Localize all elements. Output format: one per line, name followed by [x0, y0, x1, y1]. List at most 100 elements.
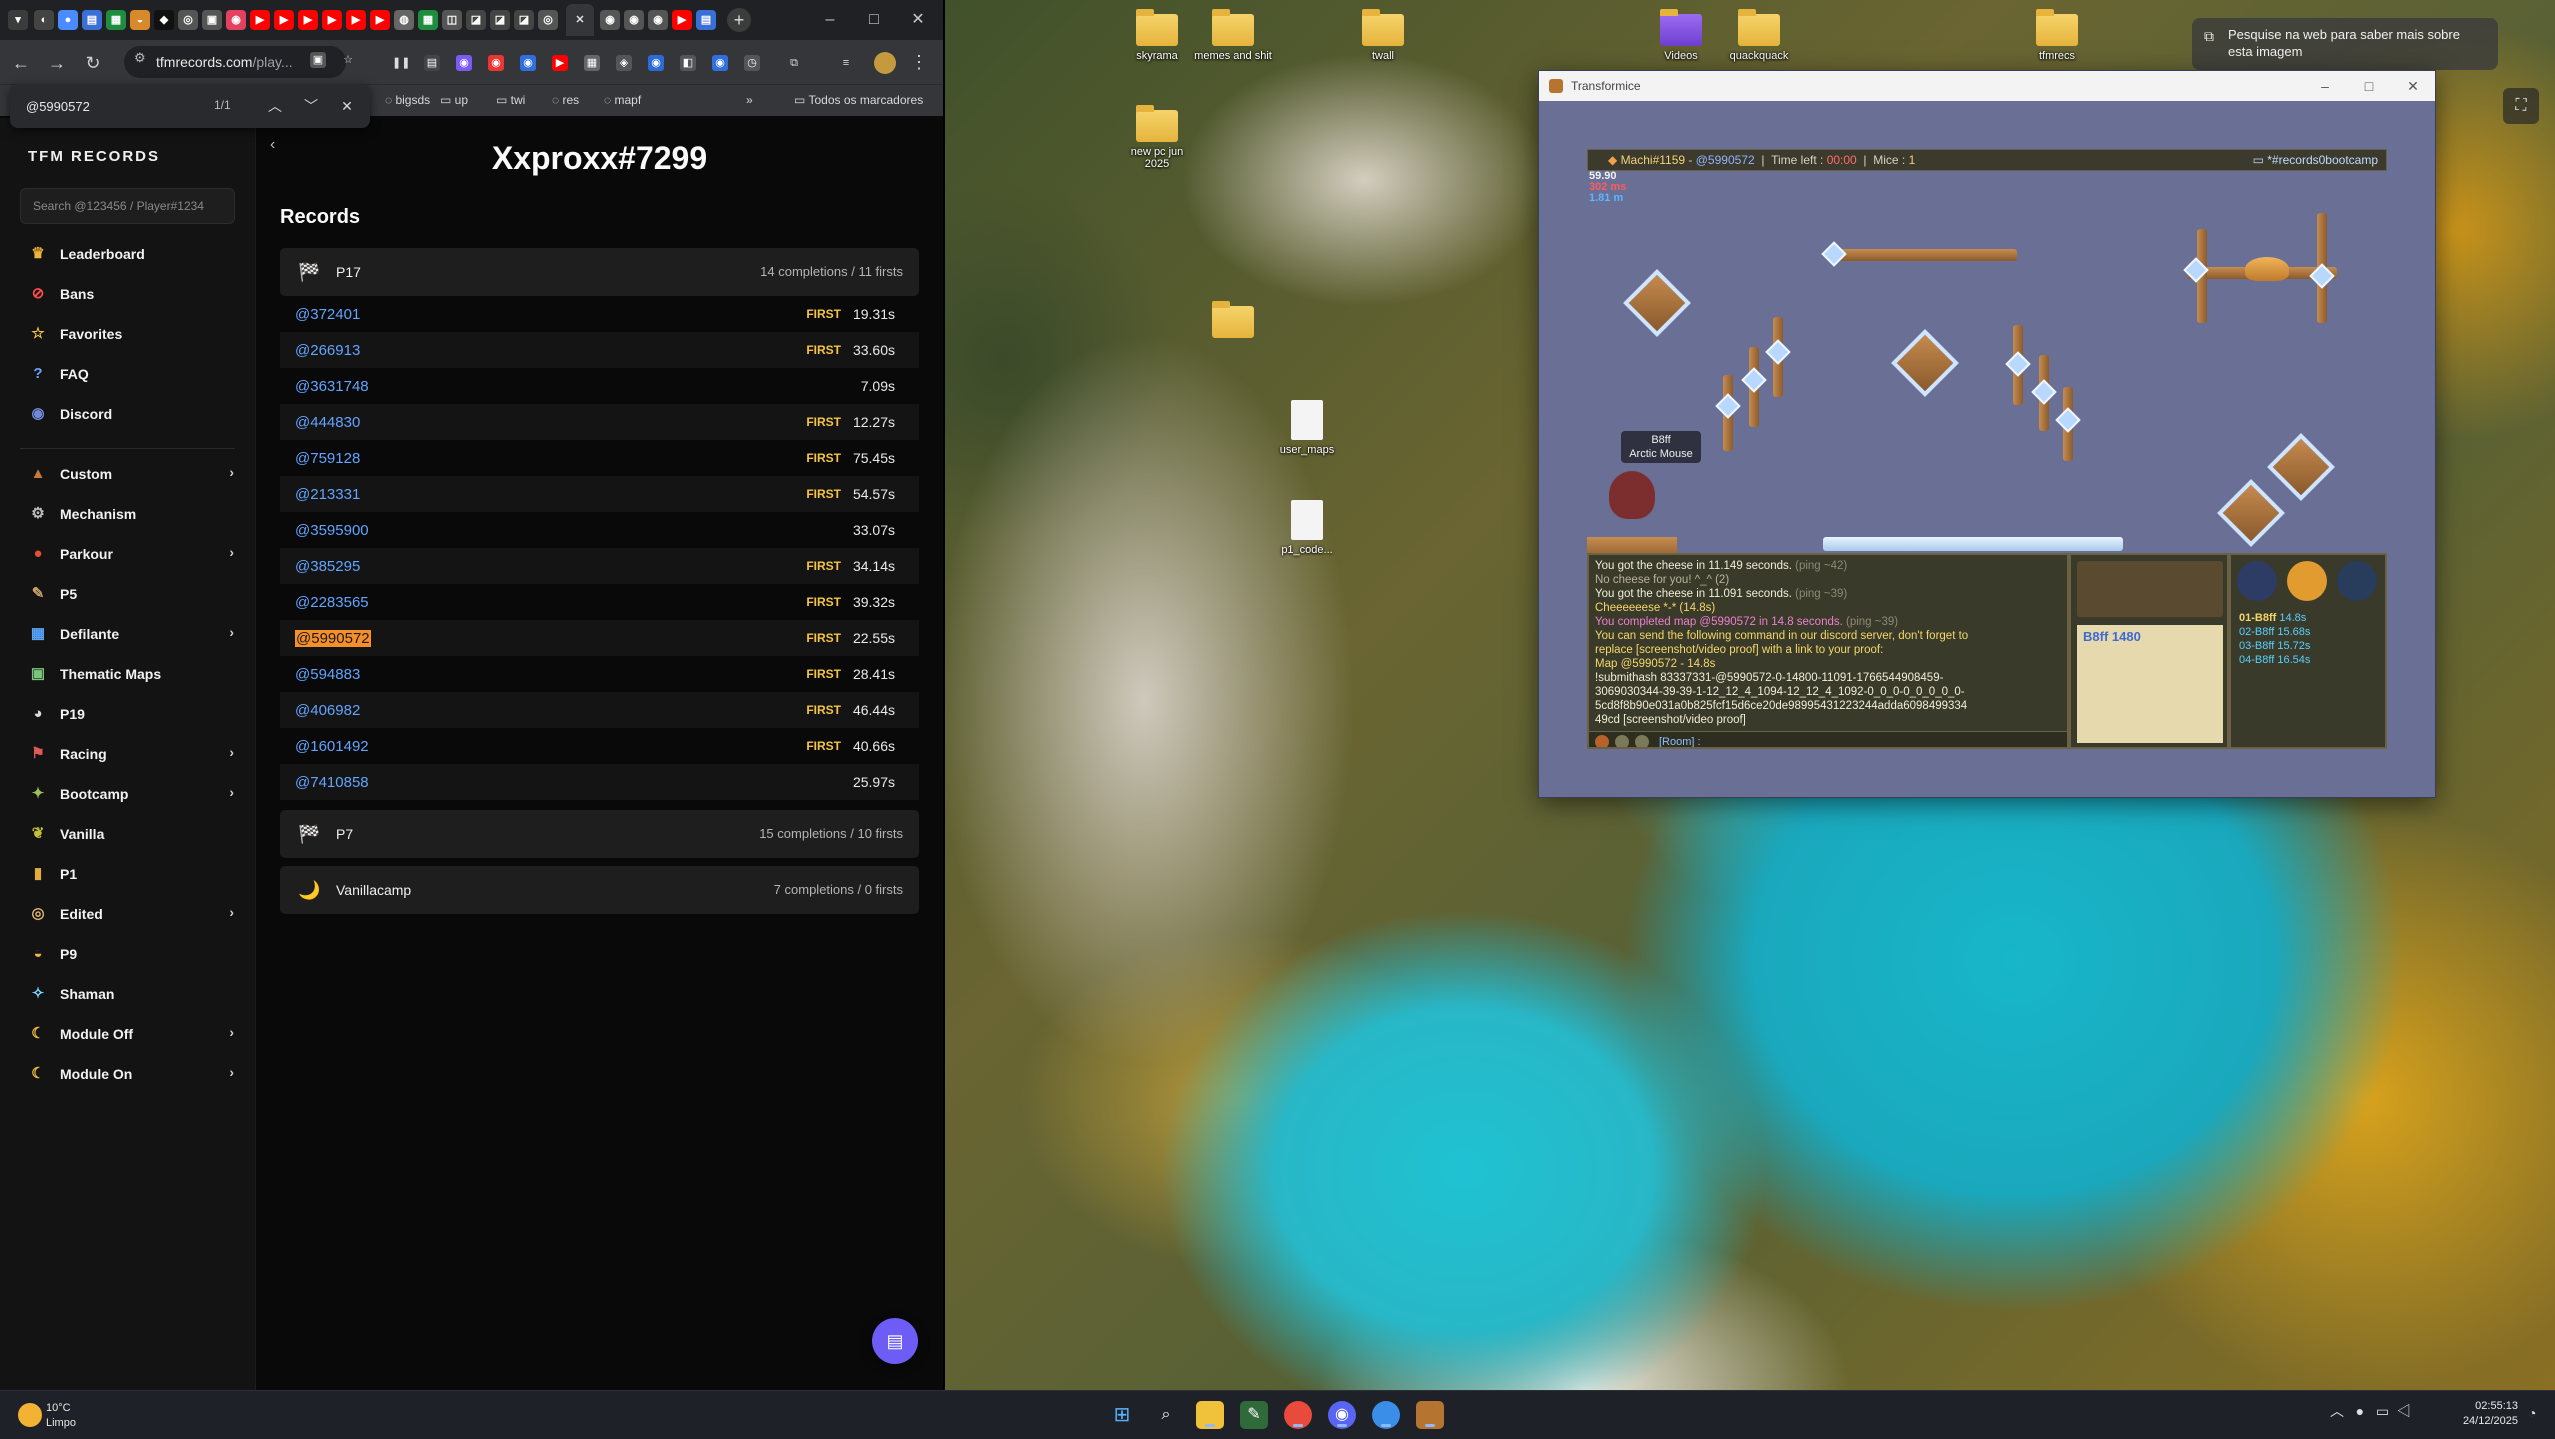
desktop-icon-skyrama[interactable]: skyrama [1118, 9, 1196, 62]
extension-icon[interactable]: ◉ [712, 55, 728, 71]
clock[interactable]: 02:55:13 24/12/2025 [2448, 1399, 2518, 1429]
discord-icon[interactable]: ◉ [1328, 1401, 1356, 1429]
find-next-button[interactable]: ﹀ [300, 95, 322, 117]
tfm-minimize-button[interactable]: – [2303, 71, 2347, 101]
youtube-tab-icon[interactable]: ▶ [250, 10, 270, 30]
desktop-icon-videos[interactable]: Videos [1642, 9, 1720, 62]
minimize-button[interactable]: – [810, 6, 850, 34]
sidebar-item-shaman[interactable]: ✧ Shaman [20, 978, 240, 1010]
tab-favicon[interactable]: ◪ [514, 10, 534, 30]
map-code-link[interactable]: @759128 [295, 450, 360, 467]
extension-icon[interactable]: ◧ [680, 55, 696, 71]
bookmark-res[interactable]: ◌ res [552, 93, 579, 107]
desktop-icon-new-pc[interactable]: new pc jun 2025 [1118, 105, 1196, 170]
weather-widget[interactable]: 10°C Limpo [14, 1399, 134, 1433]
map-code-link[interactable]: @3595900 [295, 522, 369, 539]
desktop-icon-user-maps[interactable]: user_maps [1268, 400, 1346, 456]
find-input[interactable] [24, 96, 194, 116]
media-controls-icon[interactable]: ≡ [838, 55, 854, 71]
lens-search-hint[interactable]: ⧉ Pesquise na web para saber mais sobre … [2192, 18, 2498, 70]
search-icon[interactable]: ⌕ [1152, 1401, 1180, 1429]
tfm-maximize-button[interactable]: □ [2347, 71, 2391, 101]
map-code-link[interactable]: @213331 [295, 486, 360, 503]
tray-overflow-icon[interactable]: ︿ [2330, 1403, 2344, 1419]
extension-icon[interactable]: ◷ [744, 55, 760, 71]
tab-favicon[interactable]: ▦ [106, 10, 126, 30]
back-button[interactable]: ← [10, 52, 32, 74]
sidebar-item-vanilla[interactable]: ❦ Vanilla [20, 818, 240, 850]
game-stage[interactable]: ◆ Machi#1159 - @5990572 | Time left : 00… [1587, 149, 2387, 749]
bookmark-up[interactable]: ▭ up [440, 93, 468, 107]
close-button[interactable]: ✕ [898, 6, 938, 34]
group-p7[interactable]: 🏁 P7 15 completions / 10 firsts [280, 810, 919, 858]
desktop-icon-tfmrecs[interactable]: tfmrecs [2018, 9, 2096, 62]
extension-icon[interactable]: ◉ [488, 55, 504, 71]
new-tab-button[interactable]: + [727, 8, 751, 32]
tab-favicon[interactable]: ◉ [624, 10, 644, 30]
microphone-icon[interactable]: ● [2356, 1403, 2364, 1419]
find-close-button[interactable]: ✕ [336, 95, 358, 117]
chat-input[interactable]: [Room] : [1589, 731, 2067, 747]
sidebar-item-bans[interactable]: ⊘ Bans [20, 278, 240, 310]
bookmark-star-icon[interactable]: ☆ [340, 52, 356, 68]
tab-favicon[interactable]: ▤ [696, 10, 716, 30]
extension-icon[interactable]: ▤ [424, 55, 440, 71]
sidebar-item-module-on[interactable]: ☾ Module On › [20, 1058, 240, 1090]
sidebar-item-p5[interactable]: ✎ P5 [20, 578, 240, 610]
group-p17[interactable]: 🏁 P17 14 completions / 11 firsts [280, 248, 919, 296]
sidebar-item-custom[interactable]: ▲ Custom › [20, 458, 240, 490]
bookmark-bigsds[interactable]: ◌ bigsds [385, 93, 430, 107]
tab-favicon[interactable]: ◍ [394, 10, 414, 30]
tab-favicon[interactable]: ◎ [178, 10, 198, 30]
sidebar-item-leaderboard[interactable]: ♛ Leaderboard [20, 238, 240, 270]
sidebar-item-faq[interactable]: ? FAQ [20, 358, 240, 390]
desktop-icon-memes[interactable]: memes and shit [1194, 9, 1272, 62]
tab-close-icon[interactable]: ✕ [570, 10, 590, 30]
extension-icon[interactable]: ◈ [616, 55, 632, 71]
tab-search-icon[interactable]: ▾ [8, 10, 28, 30]
tab-favicon[interactable]: ◫ [442, 10, 462, 30]
tab-favicon[interactable]: ◐ [34, 10, 54, 30]
youtube-tab-icon[interactable]: ▶ [346, 10, 366, 30]
profile-avatar[interactable] [874, 52, 896, 74]
map-code-link[interactable]: @3631748 [295, 378, 369, 395]
inventory-slots[interactable] [2077, 561, 2223, 617]
tab-favicon[interactable]: ● [58, 10, 78, 30]
desktop-icon-twall[interactable]: twall [1344, 9, 1422, 62]
tab-favicon[interactable]: ◎ [538, 10, 558, 30]
extension-icon[interactable]: ◉ [648, 55, 664, 71]
map-code-link[interactable]: @372401 [295, 306, 360, 323]
tab-favicon[interactable]: ◉ [600, 10, 620, 30]
install-app-icon[interactable]: ▣ [310, 52, 326, 68]
maximize-button[interactable]: □ [854, 6, 894, 34]
all-bookmarks[interactable]: ▭ Todos os marcadores [794, 93, 923, 107]
sidebar-item-discord[interactable]: ◉ Discord [20, 398, 240, 430]
map-code-link[interactable]: @385295 [295, 558, 360, 575]
search-input[interactable] [20, 188, 235, 224]
group-vanillacamp[interactable]: 🌙 Vanillacamp 7 completions / 0 firsts [280, 866, 919, 914]
bookmark-mapf[interactable]: ◌ mapf [604, 93, 641, 107]
map-code-link[interactable]: @2283565 [295, 594, 369, 611]
sidebar-item-edited[interactable]: ◎ Edited › [20, 898, 240, 930]
network-icon[interactable]: ▭ [2376, 1403, 2389, 1419]
map-code-link[interactable]: @594883 [295, 666, 360, 683]
windows-start-icon[interactable]: ⊞ [1108, 1401, 1136, 1429]
forward-button[interactable]: → [46, 52, 68, 74]
desktop-icon-unnamed-folder[interactable] [1194, 301, 1272, 342]
volume-icon[interactable]: ◁ [2397, 1403, 2411, 1419]
sidebar-item-bootcamp[interactable]: ✦ Bootcamp › [20, 778, 240, 810]
sidebar-item-thematic-maps[interactable]: ▣ Thematic Maps [20, 658, 240, 690]
pause-extension-icon[interactable]: ❚❚ [392, 55, 410, 71]
system-tray[interactable]: ︿ ● ▭ ◁ [2330, 1401, 2411, 1421]
sidebar-item-mechanism[interactable]: ⚙ Mechanism [20, 498, 240, 530]
tab-favicon[interactable]: ◉ [648, 10, 668, 30]
tab-favicon[interactable]: ▣ [202, 10, 222, 30]
tab-favicon[interactable]: ◉ [226, 10, 246, 30]
reload-button[interactable]: ↻ [82, 52, 104, 74]
find-previous-button[interactable]: ︿ [264, 95, 286, 117]
sidebar-item-favorites[interactable]: ☆ Favorites [20, 318, 240, 350]
transformice-icon[interactable] [1416, 1401, 1444, 1429]
youtube-tab-icon[interactable]: ▶ [298, 10, 318, 30]
desktop-icon-p1-code[interactable]: p1_code... [1268, 500, 1346, 556]
tab-favicon[interactable]: ◆ [154, 10, 174, 30]
